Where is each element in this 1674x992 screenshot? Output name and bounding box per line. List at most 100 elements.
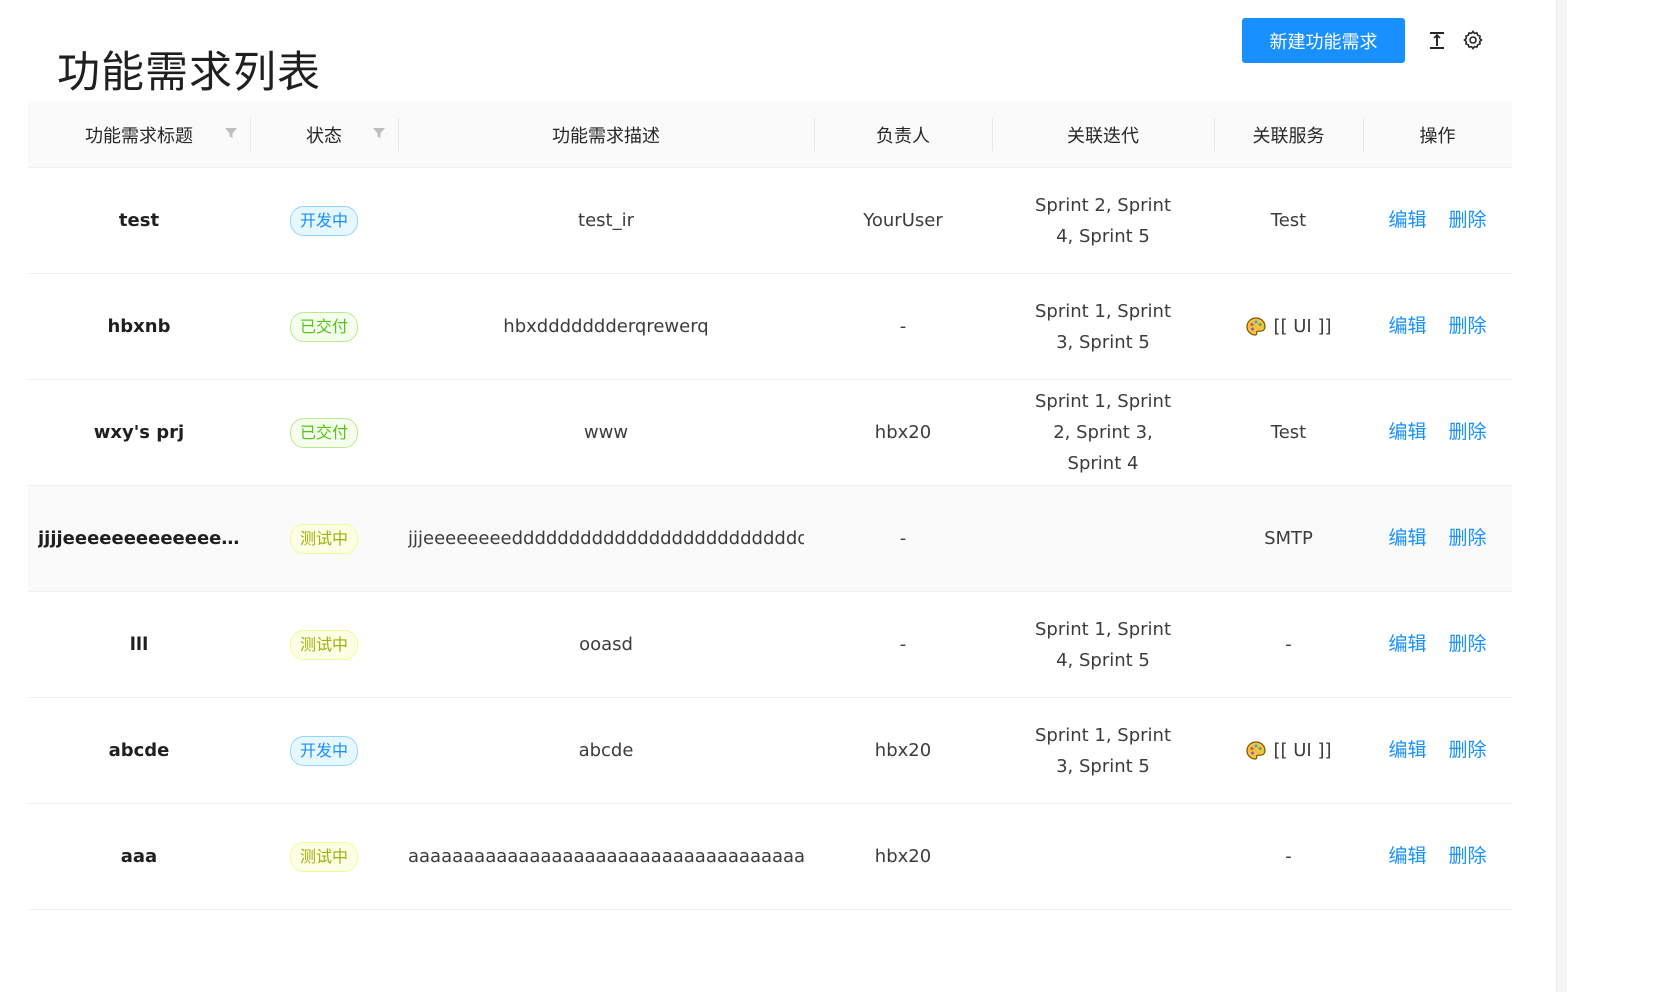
status-badge: 测试中 (289, 841, 358, 872)
iterations-cell: Sprint 1, Sprint 2, Sprint 3, Sprint 4 (992, 386, 1214, 479)
owner-cell: hbx20 (814, 417, 992, 448)
feature-description: abcde (578, 740, 634, 761)
column-header-label: 功能需求描述 (552, 125, 660, 147)
status-cell: 测试中 (250, 841, 398, 872)
table-body: test 开发中 test_ir YourUser Sprint 2, Sprint 4… (28, 168, 1512, 910)
feature-title: aaa (120, 846, 158, 867)
iteration-list: Sprint 1, Sprint 4, Sprint 5 (1034, 618, 1172, 671)
table-row[interactable]: test 开发中 test_ir YourUser Sprint 2, Sprint 4… (28, 168, 1512, 274)
table-row[interactable]: hbxnb 已交付 hbxddddddderqrewerq - Sprint 1, Sp… (28, 274, 1512, 380)
table-header: 功能需求标题 状态 功能需求描述 负责人 关联迭代 关联服务 操作 (28, 102, 1512, 168)
edit-link[interactable]: 编辑 (1388, 523, 1426, 554)
column-header-actions: 操作 (1363, 102, 1512, 167)
service-cell: [[ UI ]] (1214, 735, 1363, 766)
edit-link[interactable]: 编辑 (1388, 629, 1426, 660)
edit-link[interactable]: 编辑 (1388, 841, 1426, 872)
description-cell: hbxddddddderqrewerq (398, 311, 814, 342)
iteration-list: Sprint 1, Sprint 3, Sprint 5 (1034, 300, 1172, 353)
description-cell: aaaaaaaaaaaaaaaaaaaaaaaaaaaaaaaaaaaaaa (398, 841, 814, 872)
page-title: 功能需求列表 (57, 47, 321, 98)
column-header-label: 功能需求标题 (85, 125, 193, 147)
column-header-services: 关联服务 (1214, 102, 1363, 167)
table-row[interactable]: abcde 开发中 abcde hbx20 Sprint 1, Sprint 3, Sp… (28, 698, 1512, 804)
scrollbar[interactable] (1556, 0, 1567, 992)
owner-cell: - (814, 311, 992, 342)
feature-title: hbxnb (107, 316, 171, 337)
filter-icon[interactable] (372, 126, 386, 140)
title-cell: lll (28, 629, 250, 660)
column-header-status[interactable]: 状态 (250, 102, 398, 167)
status-cell: 测试中 (250, 629, 398, 660)
table-row[interactable]: aaa 测试中 aaaaaaaaaaaaaaaaaaaaaaaaaaaaaaaaaa… (28, 804, 1512, 910)
owner-cell: hbx20 (814, 841, 992, 872)
delete-link[interactable]: 删除 (1449, 311, 1487, 342)
status-cell: 开发中 (250, 735, 398, 766)
description-cell: test_ir (398, 205, 814, 236)
column-header-title[interactable]: 功能需求标题 (28, 102, 250, 167)
service-name: - (1285, 846, 1292, 867)
setting-icon[interactable] (1462, 29, 1486, 53)
table-row[interactable]: lll 测试中 ooasd - Sprint 1, Sprint 4, Sprint 5… (28, 592, 1512, 698)
owner-name: hbx20 (874, 740, 932, 761)
delete-link[interactable]: 删除 (1449, 629, 1487, 660)
table-row[interactable]: jjjjeeeeeeeeeeeeeee... 测试中 jjjeeeeeeeedddd… (28, 486, 1512, 592)
status-cell: 已交付 (250, 417, 398, 448)
column-header-description: 功能需求描述 (398, 102, 814, 167)
table-row[interactable]: wxy's prj 已交付 www hbx20 Sprint 1, Sprint 2, … (28, 380, 1512, 486)
feature-title: test (118, 210, 160, 231)
owner-cell: YourUser (814, 205, 992, 236)
column-header-label: 状态 (306, 125, 342, 147)
edit-link[interactable]: 编辑 (1388, 735, 1426, 766)
service-cell: Test (1214, 205, 1363, 236)
owner-cell: hbx20 (814, 735, 992, 766)
service-name: SMTP (1264, 528, 1313, 549)
palette-icon (1245, 740, 1267, 762)
iteration-list: Sprint 2, Sprint 4, Sprint 5 (1034, 194, 1172, 247)
actions-cell: 编辑 删除 (1363, 205, 1512, 236)
column-header-iterations: 关联迭代 (992, 102, 1214, 167)
iterations-cell: Sprint 2, Sprint 4, Sprint 5 (992, 190, 1214, 252)
status-badge: 已交付 (289, 417, 358, 448)
service-cell: SMTP (1214, 523, 1363, 554)
delete-link[interactable]: 删除 (1449, 417, 1487, 448)
owner-name: - (899, 528, 907, 549)
status-badge: 开发中 (289, 735, 358, 766)
filter-icon[interactable] (224, 126, 238, 140)
new-feature-request-button[interactable]: 新建功能需求 (1242, 18, 1405, 63)
title-cell: aaa (28, 841, 250, 872)
palette-icon (1245, 316, 1267, 338)
feature-description: aaaaaaaaaaaaaaaaaaaaaaaaaaaaaaaaaaaaaa (408, 846, 804, 867)
feature-request-table: 功能需求标题 状态 功能需求描述 负责人 关联迭代 关联服务 操作 test 开发… (28, 102, 1512, 910)
owner-cell: - (814, 523, 992, 554)
status-badge: 开发中 (289, 205, 358, 236)
owner-name: - (899, 634, 907, 655)
owner-name: hbx20 (874, 846, 932, 867)
delete-link[interactable]: 删除 (1449, 841, 1487, 872)
actions-cell: 编辑 删除 (1363, 311, 1512, 342)
delete-link[interactable]: 删除 (1449, 205, 1487, 236)
column-header-label: 关联服务 (1252, 125, 1325, 147)
column-header-label: 负责人 (876, 125, 930, 147)
edit-link[interactable]: 编辑 (1388, 311, 1426, 342)
service-name: [[ UI ]] (1273, 740, 1332, 761)
edit-link[interactable]: 编辑 (1388, 205, 1426, 236)
title-cell: abcde (28, 735, 250, 766)
column-height-icon[interactable] (1426, 29, 1450, 53)
edit-link[interactable]: 编辑 (1388, 417, 1426, 448)
service-cell: - (1214, 629, 1363, 660)
iterations-cell: Sprint 1, Sprint 3, Sprint 5 (992, 296, 1214, 358)
delete-link[interactable]: 删除 (1449, 735, 1487, 766)
service-name: [[ UI ]] (1273, 316, 1332, 337)
iteration-list: Sprint 1, Sprint 2, Sprint 3, Sprint 4 (1034, 391, 1172, 474)
column-header-label: 关联迭代 (1067, 125, 1139, 147)
description-cell: abcde (398, 735, 814, 766)
feature-description: hbxddddddderqrewerq (503, 316, 709, 337)
title-cell: wxy's prj (28, 417, 250, 448)
status-cell: 测试中 (250, 523, 398, 554)
title-cell: jjjjeeeeeeeeeeeeeee... (28, 523, 250, 554)
description-cell: www (398, 417, 814, 448)
owner-name: - (899, 316, 907, 337)
actions-cell: 编辑 删除 (1363, 735, 1512, 766)
status-badge: 已交付 (289, 311, 358, 342)
delete-link[interactable]: 删除 (1449, 523, 1487, 554)
